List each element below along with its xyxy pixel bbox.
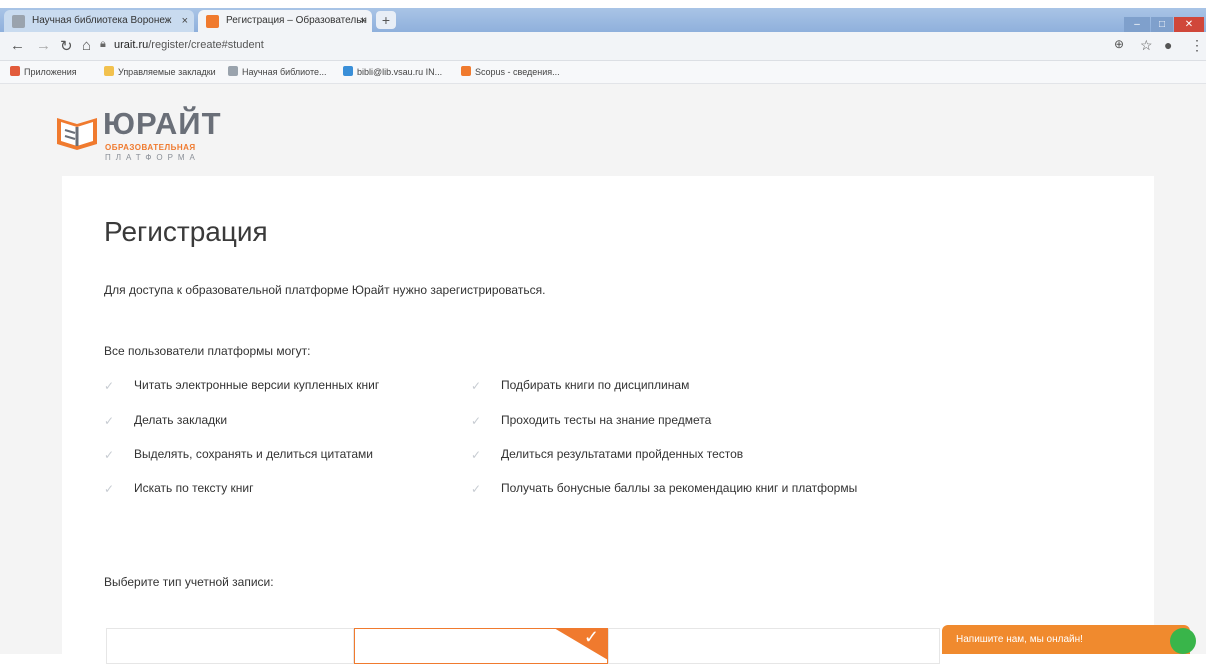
urait-favicon-icon [206, 15, 219, 28]
check-icon: ✓ [104, 414, 115, 428]
back-arrow-icon[interactable]: ← [10, 37, 25, 54]
maximize-button[interactable]: □ [1151, 17, 1173, 33]
feature-item: ✓ Проходить тесты на знание предмета [471, 413, 712, 428]
feature-item: ✓ Выделять, сохранять и делиться цитатами [104, 447, 373, 462]
chat-online-indicator [1170, 628, 1196, 654]
urait-logo[interactable]: ЮРАЙТ ОБРАЗОВАТЕЛЬНАЯ ПЛАТФОРМА [55, 106, 255, 162]
feature-item: ✓ Искать по тексту книг [104, 481, 254, 496]
apps-grid-icon [10, 66, 20, 76]
bookmarks-bar: Приложения Управляемые закладки Научная … [0, 61, 1206, 84]
url-path: /register/create#student [148, 39, 264, 51]
logo-subtitle-1: ОБРАЗОВАТЕЛЬНАЯ [105, 143, 196, 152]
bookmark-apps[interactable]: Приложения [10, 66, 77, 77]
site-icon [343, 66, 353, 76]
bookmark-scopus[interactable]: Scopus - сведения... [461, 66, 560, 77]
address-bar[interactable]: urait.ru/register/create#student [114, 39, 264, 51]
logo-subtitle-2: ПЛАТФОРМА [105, 153, 200, 162]
close-icon[interactable]: × [182, 10, 188, 32]
new-tab-button[interactable]: + [376, 11, 396, 29]
browser-toolbar: ← → ↻ ⌂ 🔒︎ urait.ru/register/create#stud… [0, 32, 1206, 61]
close-window-button[interactable]: ✕ [1174, 17, 1204, 33]
menu-icon[interactable]: ⋮ [1190, 37, 1204, 54]
feature-item: ✓ Получать бонусные баллы за рекомендацию… [471, 481, 858, 496]
tab-strip: Научная библиотека Воронеж × Регистрация… [0, 8, 1206, 33]
intro-text: Для доступа к образовательной платформе … [104, 283, 546, 297]
site-favicon-icon [12, 15, 25, 28]
check-icon: ✓ [471, 448, 482, 462]
feature-item: ✓ Делиться результатами пройденных тестов [471, 447, 744, 462]
bookmark-label: Научная библиоте... [242, 67, 327, 77]
check-icon: ✓ [471, 379, 482, 393]
scopus-icon [461, 66, 471, 76]
site-icon [228, 66, 238, 76]
bookmark-label: Управляемые закладки [118, 67, 216, 77]
feature-item: ✓ Читать электронные версии купленных кни… [104, 378, 380, 393]
bookmark-label: bibli@lib.vsau.ru IN... [357, 67, 443, 77]
close-icon[interactable]: × [360, 10, 366, 32]
tab-registration[interactable]: Регистрация – Образовательн × [198, 10, 372, 32]
check-icon: ✓ [104, 448, 115, 462]
feature-item: ✓ Подбирать книги по дисциплинам [471, 378, 690, 393]
urait-logo-icon [57, 118, 97, 150]
star-icon[interactable]: ☆ [1140, 37, 1153, 54]
bookmark-bibli[interactable]: bibli@lib.vsau.ru IN... [343, 66, 442, 77]
minimize-button[interactable]: – [1124, 17, 1150, 33]
folder-icon [104, 66, 114, 76]
caption-strip [0, 0, 1206, 8]
feature-item: ✓ Делать закладки [104, 413, 228, 428]
account-option-3[interactable] [608, 628, 940, 664]
tab-library[interactable]: Научная библиотека Воронеж × [4, 10, 194, 32]
zoom-icon[interactable]: ⊕ [1114, 37, 1124, 51]
page-title: Регистрация [104, 216, 268, 247]
check-icon: ✓ [104, 482, 115, 496]
features-heading: Все пользователи платформы могут: [104, 344, 311, 358]
account-option-student[interactable]: ✓ [354, 627, 608, 664]
url-host: urait.ru [114, 39, 149, 51]
account-type-heading: Выберите тип учетной записи: [104, 575, 274, 589]
bookmark-library[interactable]: Научная библиоте... [228, 66, 327, 77]
bookmark-label: Scopus - сведения... [475, 67, 560, 77]
check-icon: ✓ [104, 379, 115, 393]
logo-word: ЮРАЙТ [103, 106, 222, 141]
bookmark-managed[interactable]: Управляемые закладки [104, 66, 216, 77]
home-icon[interactable]: ⌂ [82, 37, 91, 54]
forward-arrow-icon[interactable]: → [36, 37, 51, 54]
profile-icon[interactable]: ● [1164, 37, 1172, 53]
chat-widget-button[interactable]: Напишите нам, мы онлайн! [942, 625, 1190, 654]
selected-corner [554, 628, 608, 660]
bookmark-label: Приложения [24, 67, 77, 77]
check-icon: ✓ [471, 414, 482, 428]
tab-title: Научная библиотека Воронеж [32, 15, 172, 26]
page-content: ЮРАЙТ ОБРАЗОВАТЕЛЬНАЯ ПЛАТФОРМА Регистра… [0, 84, 1206, 664]
check-icon: ✓ [471, 482, 482, 496]
registration-card: Регистрация Для доступа к образовательно… [62, 176, 1154, 654]
account-option-1[interactable] [106, 628, 354, 664]
reload-icon[interactable]: ↻ [60, 37, 73, 55]
check-icon: ✓ [583, 627, 599, 647]
lock-icon: 🔒︎ [100, 38, 106, 50]
tab-title: Регистрация – Образовательн [226, 15, 367, 26]
